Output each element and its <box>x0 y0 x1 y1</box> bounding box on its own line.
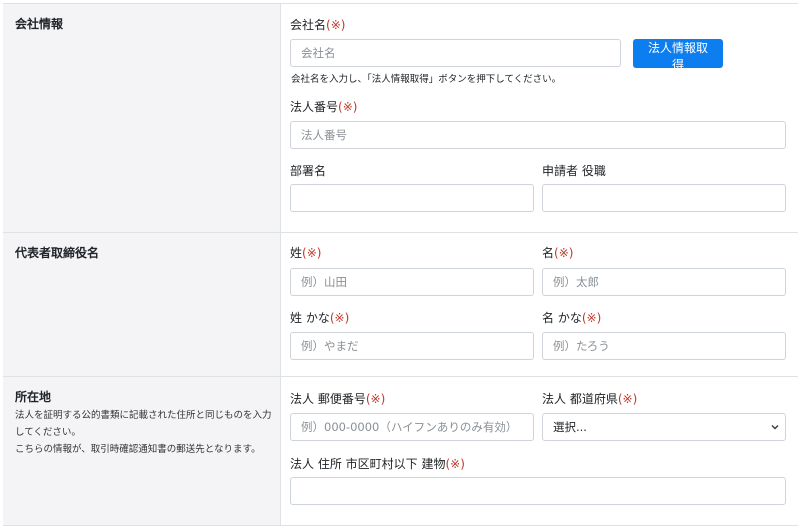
required-mark: (※) <box>329 311 350 325</box>
required-mark: (※) <box>365 392 386 406</box>
required-mark: (※) <box>581 311 602 325</box>
address-title: 所在地 <box>15 390 52 404</box>
first-name-kana-label: 名 かな(※) <box>542 311 602 325</box>
representative-label-cell: 代表者取締役名 <box>3 233 281 376</box>
postal-code-label: 法人 郵便番号(※) <box>290 392 386 406</box>
company-name-label: 会社名(※) <box>290 18 346 32</box>
address-description: 法人を証明する公的書類に記載された住所と同じものを入力してください。 こちらの情… <box>15 407 277 458</box>
required-mark: (※) <box>617 392 638 406</box>
first-name-label: 名(※) <box>542 246 574 260</box>
required-mark: (※) <box>302 246 322 260</box>
company-info-label-cell: 会社情報 <box>3 4 281 232</box>
prefecture-select[interactable]: 選択... <box>542 413 786 441</box>
applicant-title-input[interactable] <box>542 184 786 212</box>
applicant-title-label: 申請者 役職 <box>542 164 606 178</box>
company-name-input[interactable] <box>290 39 621 67</box>
corp-number-input[interactable] <box>290 121 786 149</box>
last-name-kana-input[interactable] <box>290 332 534 360</box>
representative-title: 代表者取締役名 <box>15 246 100 260</box>
last-name-label: 姓(※) <box>290 246 322 260</box>
first-name-kana-input[interactable] <box>542 332 786 360</box>
department-input[interactable] <box>290 184 534 212</box>
required-mark: (※) <box>338 100 358 114</box>
fetch-corporate-info-button[interactable]: 法人情報取得 <box>633 39 723 72</box>
address-description-line: こちらの情報が、取引時確認通知書の郵送先となります。 <box>15 444 261 455</box>
company-name-help: 会社名を入力し、「法人情報取得」ボタンを押下してください。 <box>291 74 562 85</box>
first-name-input[interactable] <box>542 268 786 296</box>
street-address-label: 法人 住所 市区町村以下 建物(※) <box>290 457 465 471</box>
last-name-input[interactable] <box>290 268 534 296</box>
street-address-input[interactable] <box>290 477 786 505</box>
address-row: 所在地 法人を証明する公的書類に記載された住所と同じものを入力してください。 こ… <box>3 376 798 526</box>
department-label: 部署名 <box>290 164 327 178</box>
address-label-cell: 所在地 法人を証明する公的書類に記載された住所と同じものを入力してください。 こ… <box>3 377 281 525</box>
last-name-kana-label: 姓 かな(※) <box>290 311 350 325</box>
company-info-row: 会社情報 会社名(※) 法人情報取得 会社名を入力し、「法人情報取得」ボタンを押… <box>3 3 798 232</box>
representative-row: 代表者取締役名 姓(※) 名(※) 姓 かな(※) 名 かな(※) <box>3 232 798 376</box>
required-mark: (※) <box>445 457 465 471</box>
corp-number-label: 法人番号(※) <box>290 100 358 114</box>
company-info-title: 会社情報 <box>15 17 64 31</box>
required-mark: (※) <box>326 18 346 32</box>
address-description-line: 法人を証明する公的書類に記載された住所と同じものを入力してください。 <box>15 410 272 438</box>
prefecture-label: 法人 都道府県(※) <box>542 392 638 406</box>
required-mark: (※) <box>554 246 574 260</box>
application-form: 会社情報 会社名(※) 法人情報取得 会社名を入力し、「法人情報取得」ボタンを押… <box>3 3 798 526</box>
postal-code-input[interactable] <box>290 413 534 441</box>
